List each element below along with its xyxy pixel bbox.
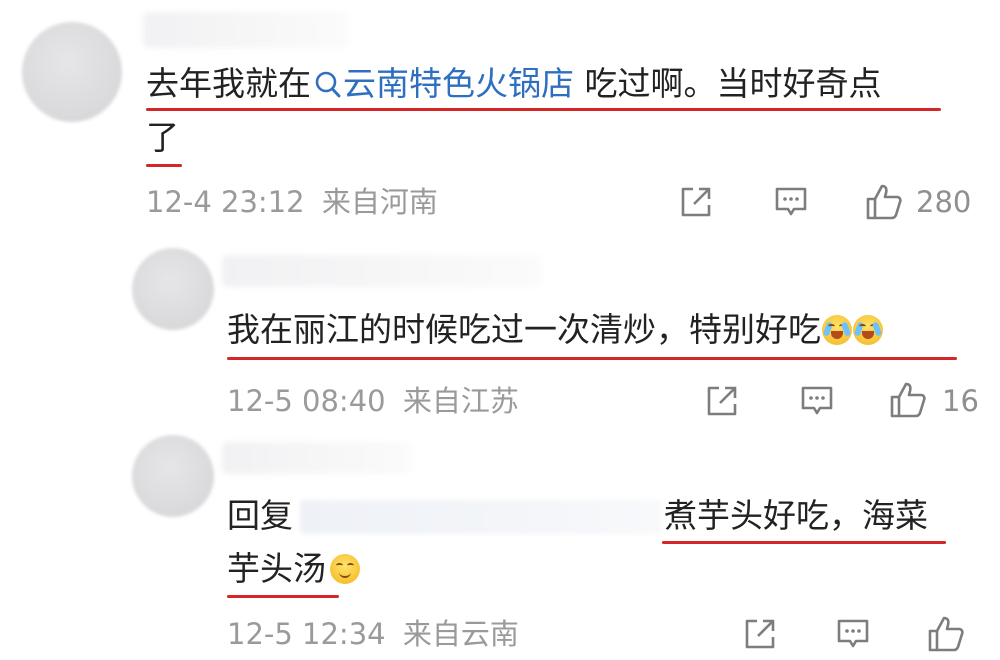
reply-target-blurred[interactable]	[300, 500, 662, 534]
comment-text: 我在丽江的时候吃过一次清炒，特别好吃	[227, 306, 883, 354]
share-icon	[745, 619, 775, 649]
username-blurred[interactable]	[222, 255, 542, 287]
crying-laugh-emoji-icon	[853, 315, 883, 345]
comment-icon	[801, 386, 833, 415]
avatar[interactable]	[132, 435, 214, 517]
like-button[interactable]	[864, 182, 904, 222]
share-button[interactable]	[742, 616, 778, 652]
comment-meta: 12-4 23:12 来自河南	[146, 182, 438, 222]
share-button[interactable]	[704, 383, 740, 419]
comment-button[interactable]	[835, 617, 871, 651]
comment-text-line1: 煮芋头好吃，海菜	[664, 496, 928, 535]
comment-text-body: 我在丽江的时候吃过一次清炒，特别好吃	[227, 310, 821, 349]
thumbs-up-icon	[866, 184, 902, 220]
avatar[interactable]	[132, 248, 214, 330]
like-button[interactable]	[888, 380, 928, 420]
thumbs-up-icon	[928, 616, 964, 652]
comment-time: 12-5 12:34	[227, 617, 386, 651]
underline-mark	[146, 164, 182, 167]
comment-location: 来自河南	[321, 185, 438, 219]
comment-text-body: 芋头汤	[227, 549, 326, 588]
like-count: 16	[942, 384, 979, 418]
search-link-label: 云南特色火锅店	[343, 64, 574, 103]
like-count: 280	[916, 185, 972, 219]
comment-button[interactable]	[773, 185, 809, 219]
share-button[interactable]	[678, 184, 714, 220]
comment-meta: 12-5 12:34 来自云南	[227, 614, 519, 654]
underline-mark	[227, 357, 957, 360]
comment-location: 来自云南	[402, 617, 519, 651]
comment-text: 去年我就在 云南特色火锅店 吃过啊。当时好奇点	[146, 60, 882, 108]
underline-mark	[146, 108, 941, 111]
comment-text-before: 去年我就在	[146, 64, 311, 103]
comment-button[interactable]	[799, 384, 835, 418]
username-blurred[interactable]	[222, 442, 412, 474]
username-blurred[interactable]	[143, 12, 348, 48]
comment-text-line2: 芋头汤	[227, 545, 360, 593]
comment-text-after: 吃过啊。当时好奇点	[574, 64, 882, 103]
smirk-emoji-icon	[330, 554, 360, 584]
comment-time: 12-5 08:40	[227, 384, 386, 418]
crying-laugh-emoji-icon	[822, 315, 852, 345]
avatar[interactable]	[22, 22, 122, 122]
comment-icon	[775, 187, 807, 216]
reply-prefix: 回复	[227, 496, 293, 535]
underline-mark	[662, 541, 946, 544]
thumbs-up-icon	[890, 382, 926, 418]
comment-text-line2: 了	[146, 118, 179, 157]
search-icon	[315, 70, 341, 98]
share-icon	[681, 187, 711, 217]
comment-time: 12-4 23:12	[146, 185, 305, 219]
search-link[interactable]: 云南特色火锅店	[311, 64, 574, 103]
comment-meta: 12-5 08:40 来自江苏	[227, 381, 519, 421]
share-icon	[707, 386, 737, 416]
comment-location: 来自江苏	[402, 384, 519, 418]
like-button[interactable]	[926, 614, 966, 654]
comment-icon	[837, 619, 869, 648]
underline-mark	[227, 595, 339, 598]
